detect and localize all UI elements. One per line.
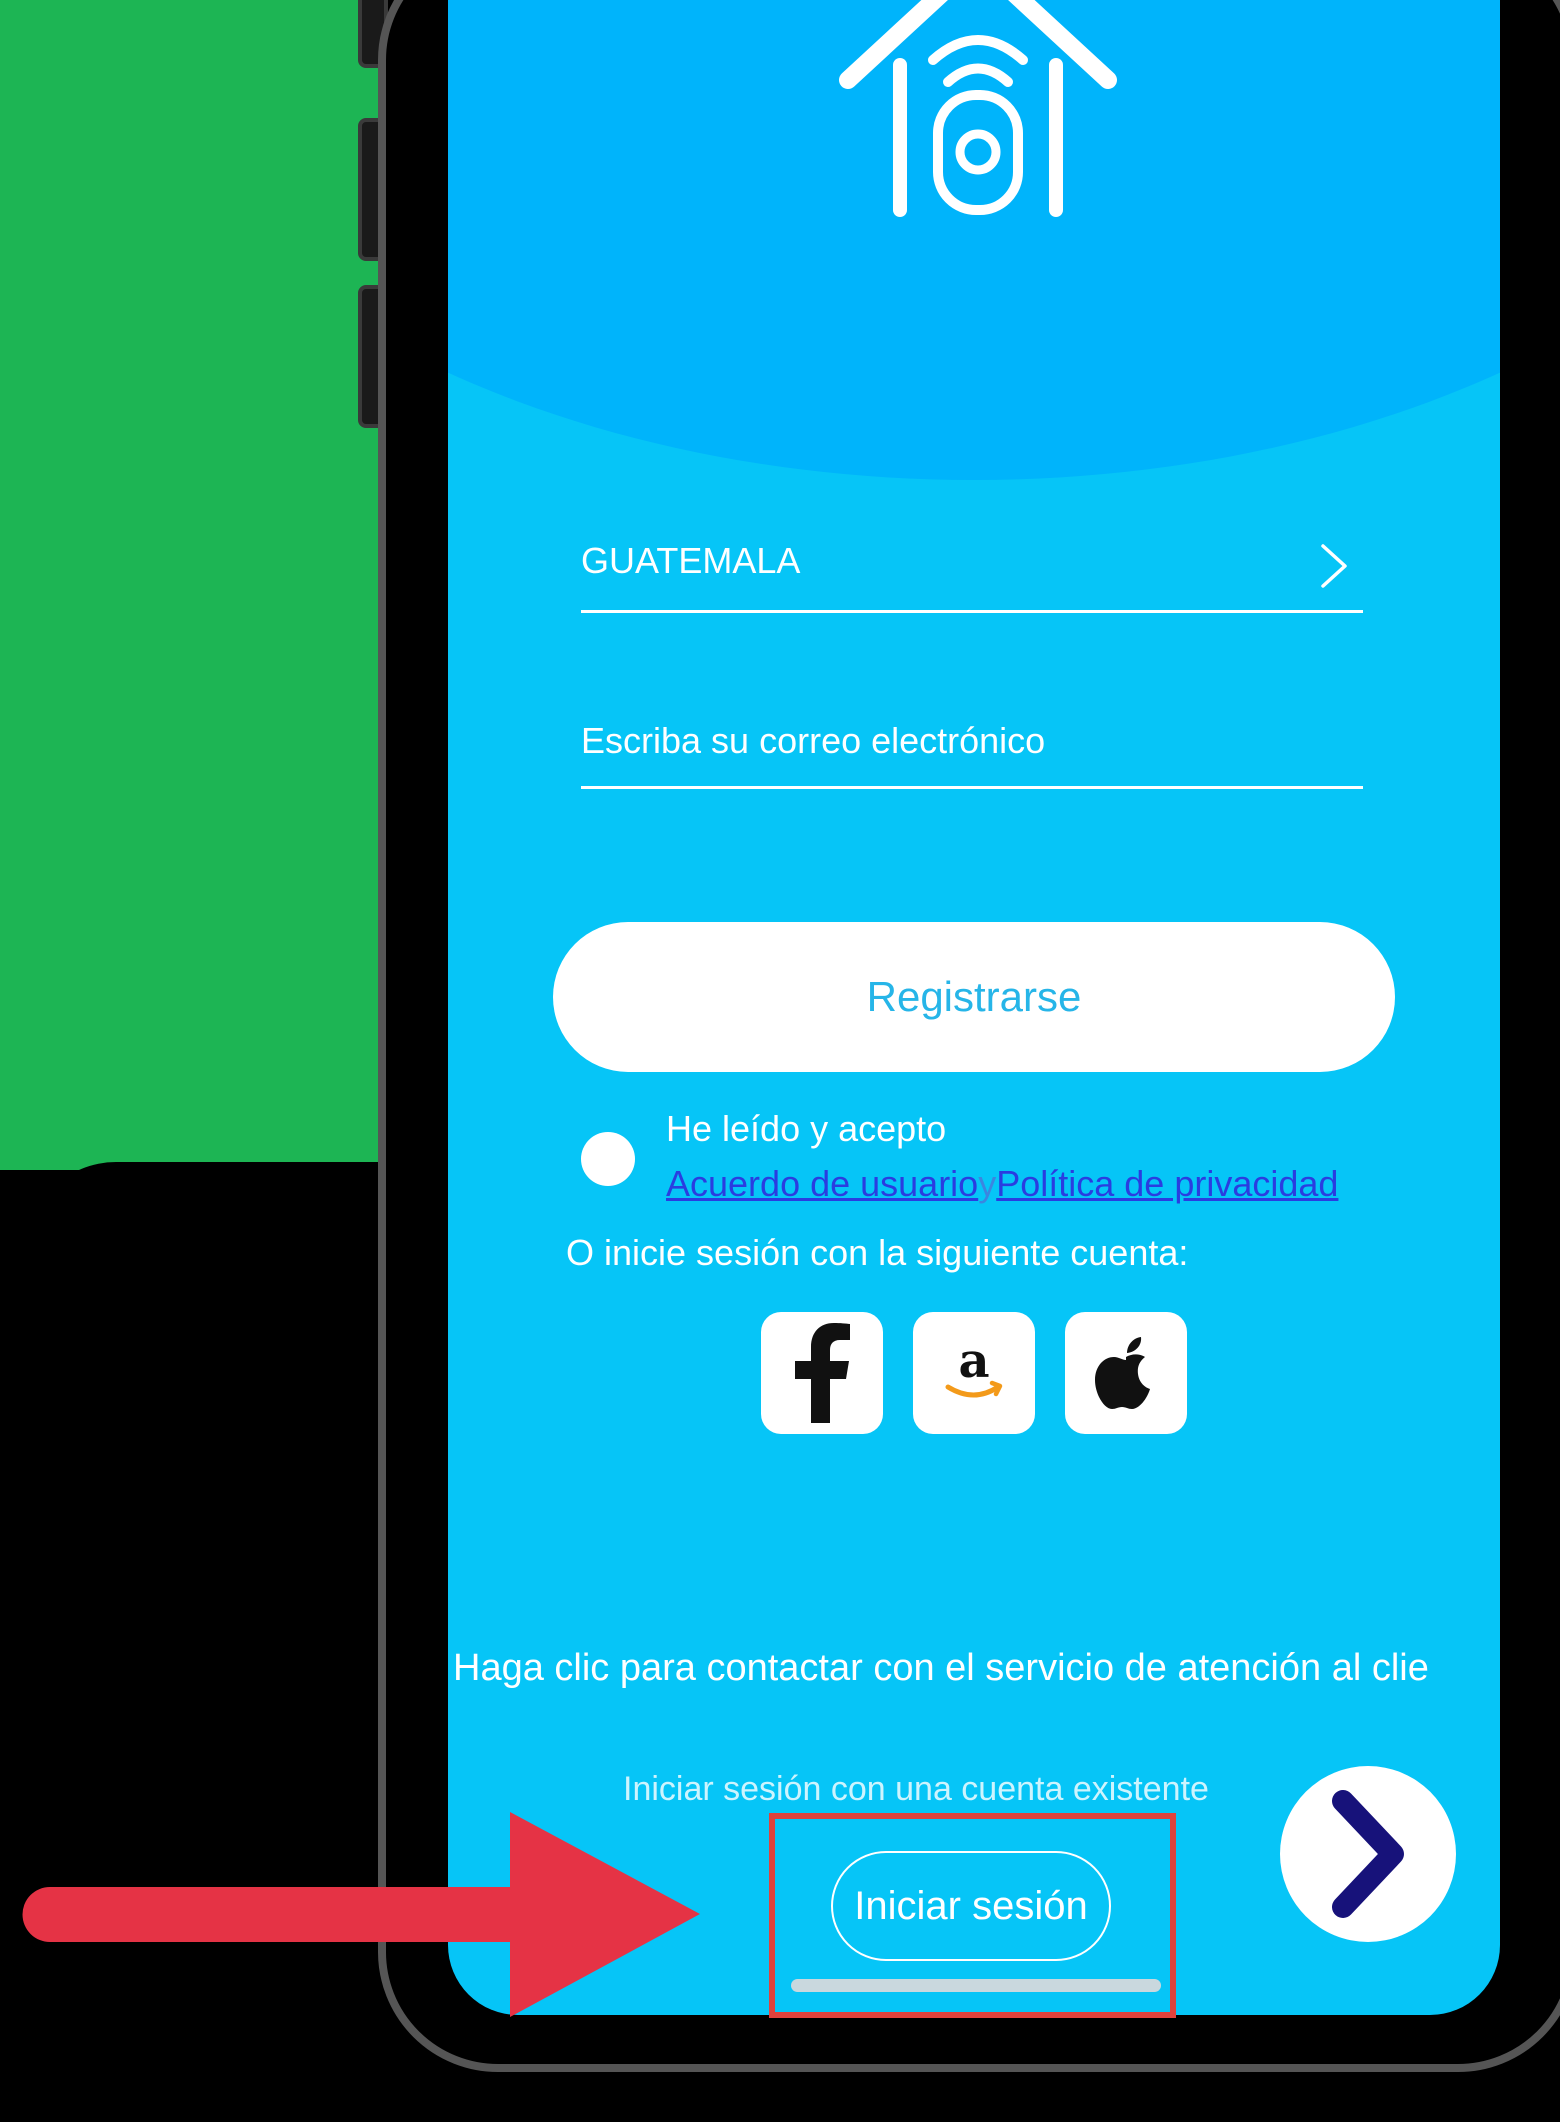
facebook-icon [795,1323,850,1423]
country-selector[interactable]: GUATEMALA [581,524,1363,613]
email-input[interactable] [581,716,1363,766]
arrow-right-icon [22,1812,700,2017]
amazon-login-button[interactable]: a [913,1312,1035,1434]
register-button[interactable]: Registrarse [553,922,1395,1072]
next-chevron-icon [1332,1790,1404,1918]
existing-account-prompt: Iniciar sesión con una cuenta existente [623,1770,1209,1808]
amazon-icon: a [945,1333,1003,1398]
agreement-checkbox[interactable] [581,1132,635,1186]
agreement-text: He leído y acepto [666,1108,947,1149]
svg-text:a: a [958,1333,989,1389]
country-value: GUATEMALA [581,540,801,581]
app-screen: GUATEMALA Registrarse He leído y acepto … [448,0,1500,2015]
chevron-right-icon [1321,544,1347,588]
next-button[interactable] [1280,1766,1456,1942]
agreement-separator: y [978,1163,997,1204]
email-field[interactable] [581,700,1363,789]
apple-login-button[interactable] [1065,1312,1187,1434]
user-agreement-link[interactable]: Acuerdo de usuario [666,1163,978,1204]
agreement-links: Acuerdo de usuarioyPolítica de privacida… [666,1163,1338,1205]
background-green-panel [0,0,380,1170]
apple-icon [1095,1337,1150,1409]
privacy-policy-link[interactable]: Política de privacidad [996,1163,1338,1204]
smart-home-camera-logo-icon [839,0,1117,217]
facebook-login-button[interactable] [761,1312,883,1434]
alt-login-prompt: O inicie sesión con la siguiente cuenta: [566,1232,1189,1273]
contact-support-link[interactable]: Haga clic para contactar con el servicio… [453,1647,1429,1690]
highlight-box [769,1813,1176,2018]
